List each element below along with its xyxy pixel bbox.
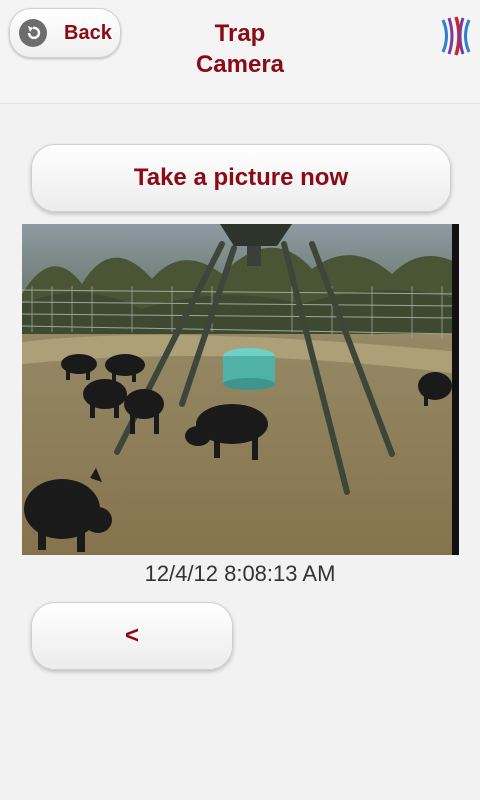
page-title-line-1: Trap — [214, 20, 266, 47]
page-title-line-2: Camera — [195, 51, 285, 78]
photo-timestamp: 12/4/12 8:08:13 AM — [144, 561, 336, 586]
header-bar: Back Trap Camera — [0, 0, 480, 104]
page-title: Trap Camera — [140, 18, 340, 80]
brand-logo-icon — [440, 14, 472, 58]
trap-camera-photo — [22, 224, 459, 555]
back-button[interactable]: Back — [9, 8, 121, 58]
back-arrow-icon — [19, 19, 47, 47]
back-button-label: Back — [64, 21, 112, 44]
previous-photo-button[interactable]: < — [31, 602, 233, 670]
take-picture-button[interactable]: Take a picture now — [31, 144, 451, 212]
